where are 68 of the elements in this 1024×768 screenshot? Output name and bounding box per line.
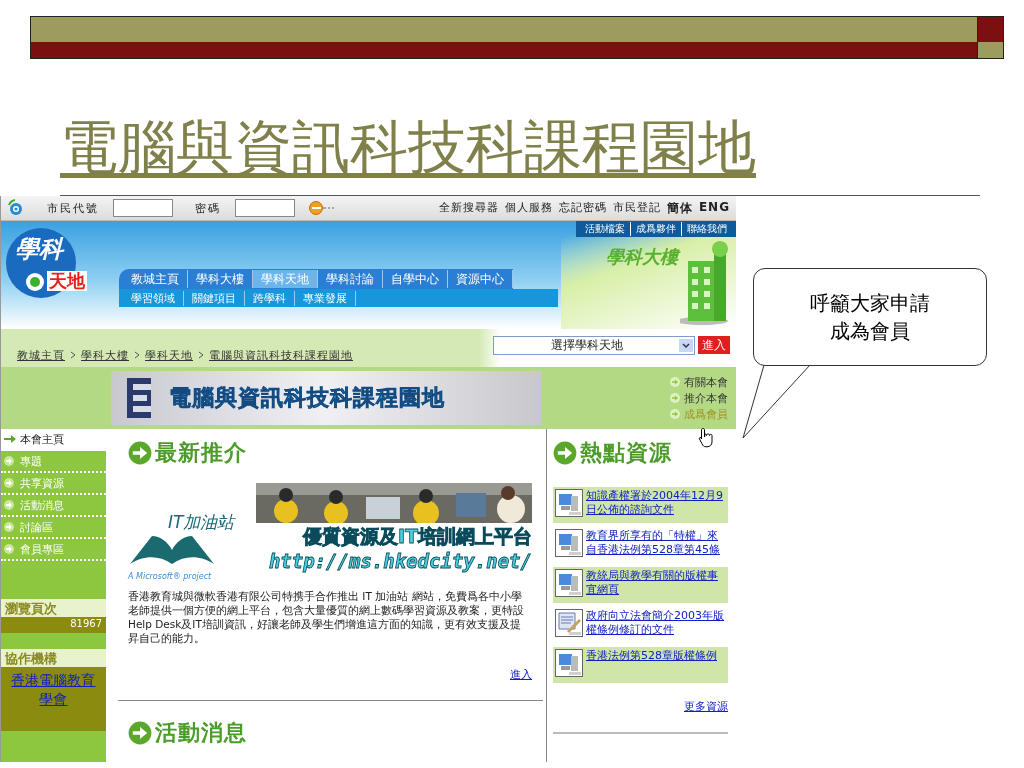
site-banner: 電腦與資訊科技科課程園地: [111, 371, 541, 425]
promo-url: http://ms.hkedcity.net/: [268, 550, 532, 572]
association-link[interactable]: 推介本會: [670, 390, 728, 406]
partners-heading: 協作機構: [1, 649, 106, 667]
computer-icon: [555, 489, 583, 517]
input-field[interactable]: [235, 199, 295, 217]
association-link[interactable]: 有關本會: [670, 374, 728, 390]
counter-heading: 瀏覽頁次: [1, 599, 106, 617]
globe-icon: [7, 199, 25, 217]
subject-dropdown[interactable]: 選擇學科天地: [493, 335, 695, 355]
toolbar-link[interactable]: 市民登記: [612, 199, 661, 217]
breadcrumb-link[interactable]: 學科大樓: [81, 347, 129, 363]
computer-icon: [555, 529, 583, 557]
resource-link[interactable]: 教育界所享有的「特權」來自香港法例第528章第45條: [586, 529, 726, 561]
more-resources-link[interactable]: 更多資源: [684, 699, 728, 714]
arrow-circle-icon: [670, 377, 680, 387]
breadcrumb-link[interactable]: 電腦與資訊科技科課程園地: [209, 347, 353, 363]
breadcrumb-link[interactable]: 學科天地: [145, 347, 193, 363]
nav-tab[interactable]: 學科討論: [318, 270, 383, 288]
field-label: 密碼: [195, 200, 221, 216]
arrow-circle-icon: [4, 522, 16, 532]
header-link[interactable]: 活動檔案: [580, 222, 630, 236]
toolbar-link[interactable]: 全新搜尋器: [438, 199, 499, 217]
arrow-circle-icon: [4, 544, 16, 554]
document-icon: [555, 609, 583, 637]
arrow-circle-icon: [4, 478, 16, 488]
toolbar-link[interactable]: 忘記密碼: [558, 199, 607, 217]
chevron-icon: [70, 351, 76, 359]
resource-link[interactable]: 政府向立法會簡介2003年版權條例修訂的文件: [586, 609, 726, 641]
brand-name: IT加油站: [168, 511, 237, 534]
arrow-circle-icon: [128, 441, 152, 465]
callout-text: 呼籲大家申請成為會員: [809, 290, 931, 345]
section-heading: 熱點資源: [580, 439, 672, 467]
arrow-circle-icon: [670, 393, 680, 403]
computer-icon: [555, 569, 583, 597]
breadcrumb-link[interactable]: 教城主頁: [17, 347, 65, 363]
go-icon[interactable]: [309, 201, 335, 215]
slide-title: 電腦與資訊科技科課程園地: [60, 112, 756, 183]
sponsor-text: A Microsoft® project: [128, 572, 213, 581]
promo-tagline: 優質資源及IT培訓網上平台: [302, 524, 532, 549]
enter-button[interactable]: 進入: [698, 336, 730, 354]
arrow-circle-icon: [553, 441, 577, 465]
chevron-icon: [198, 351, 204, 359]
language-link[interactable]: ENG: [698, 199, 730, 217]
nav-tab[interactable]: 資源中心: [448, 270, 513, 288]
field-label: 市民代號: [47, 200, 99, 216]
arrow-circle-icon: [128, 721, 152, 745]
arrow-circle-icon: [4, 456, 16, 466]
nav-tab[interactable]: 自學中心: [383, 270, 448, 288]
section-heading: 最新推介: [155, 439, 247, 467]
sidebar-item[interactable]: 本會主頁: [1, 429, 106, 451]
toolbar-link[interactable]: 個人服務: [504, 199, 553, 217]
nav-tab[interactable]: 教城主頁: [123, 270, 188, 288]
description-text: 香港教育城與微軟香港有限公司特携手合作推出 IT 加油站 網站，免費爲各中小學老師提供一個方便的網上平台，包含大量優質的網上數碼學習資源及教案，更特設Help Desk及IT培訓資訊，好讓老師及學生們增進這方面的知識，更有效支援及提昇自己的能力。: [128, 589, 525, 645]
arrow-circle-icon: [670, 409, 680, 419]
header-link[interactable]: 成爲夥伴: [630, 222, 681, 236]
chevron-icon: [134, 351, 140, 359]
header-link[interactable]: 聯絡我們: [681, 222, 732, 236]
page-view-count: 81967: [1, 617, 106, 633]
language-link[interactable]: 簡体: [666, 199, 693, 217]
arrow-circle-icon: [4, 500, 16, 510]
computer-icon: [555, 649, 583, 677]
corner-decoration: [978, 16, 1004, 59]
input-field[interactable]: [113, 199, 173, 217]
hand-cursor-icon: [698, 427, 716, 449]
arrow-icon: [4, 434, 16, 444]
section-heading: 活動消息: [155, 719, 247, 747]
enter-link[interactable]: 進入: [510, 667, 532, 682]
